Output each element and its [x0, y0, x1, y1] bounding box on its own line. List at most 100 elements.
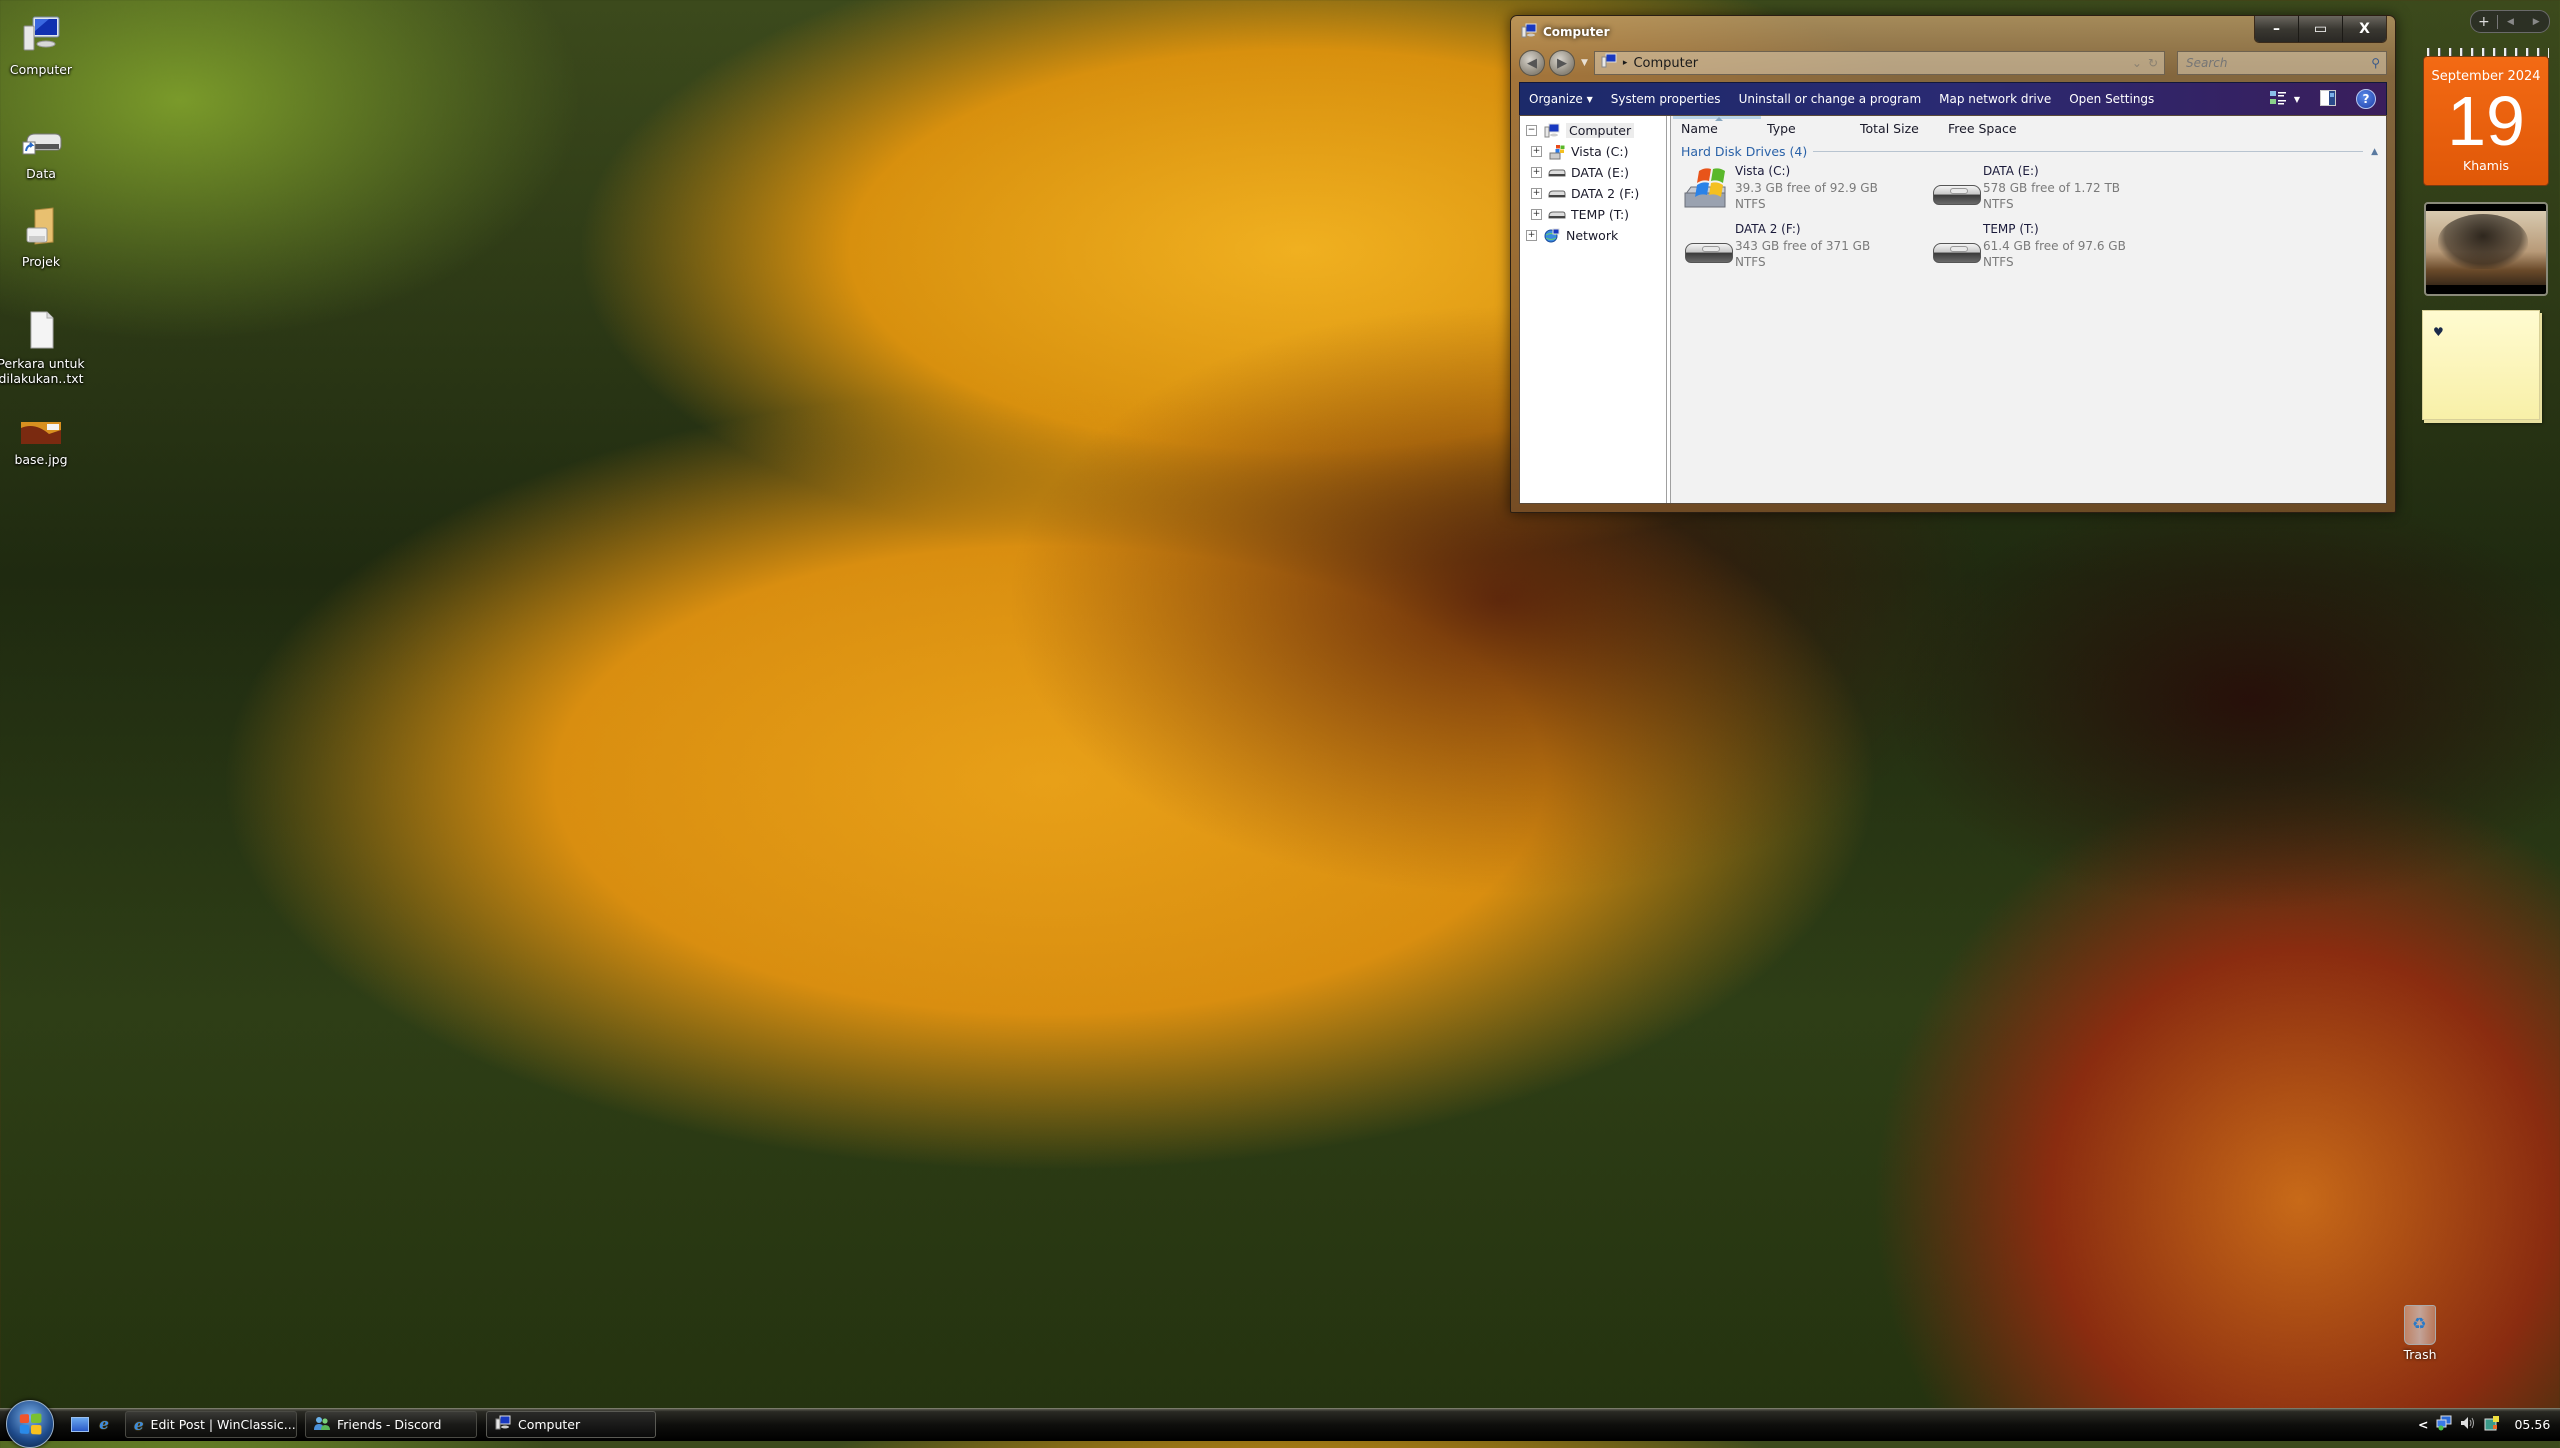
drive-space: 61.4 GB free of 97.6 GB: [1983, 238, 2126, 253]
search-input[interactable]: [2184, 55, 2372, 71]
quick-launch-ie[interactable]: e: [94, 1414, 114, 1434]
organize-button[interactable]: Organize ▼: [1520, 83, 1602, 115]
window-titlebar[interactable]: Computer: [1521, 22, 1609, 42]
expand-icon[interactable]: +: [1531, 167, 1542, 178]
volume-icon[interactable]: [2460, 1415, 2476, 1434]
tree-item-vista-c[interactable]: + Vista (C:): [1520, 141, 1666, 162]
views-icon: [2269, 90, 2288, 109]
desktop-icon-label: Computer: [9, 62, 73, 77]
refresh-icon[interactable]: ↻: [2148, 56, 2158, 70]
start-button[interactable]: [6, 1400, 54, 1448]
add-gadget-button[interactable]: +: [2471, 14, 2497, 30]
open-settings-button[interactable]: Open Settings: [2060, 83, 2163, 115]
search-icon[interactable]: ⚲: [2371, 56, 2380, 70]
expand-icon[interactable]: +: [1531, 188, 1542, 199]
drive-item-temp-t[interactable]: TEMP (T:) 61.4 GB free of 97.6 GB NTFS: [1929, 221, 2177, 271]
uninstall-program-button[interactable]: Uninstall or change a program: [1730, 83, 1931, 115]
search-box[interactable]: ⚲: [2177, 51, 2387, 75]
taskbar-button-edit-post[interactable]: e Edit Post | WinClassic...: [125, 1411, 297, 1438]
drive-space: 343 GB free of 371 GB: [1735, 238, 1871, 253]
drive-name: DATA 2 (F:): [1735, 222, 1801, 236]
preview-pane-icon: [2320, 89, 2336, 109]
taskbar-button-computer[interactable]: Computer: [486, 1411, 656, 1438]
help-icon: ?: [2356, 89, 2376, 109]
group-collapse-icon[interactable]: ▲: [2371, 147, 2378, 157]
desktop-icon-computer[interactable]: Computer: [0, 14, 86, 77]
calendar-gadget[interactable]: September 2024 19 Khamis: [2423, 48, 2549, 186]
desktop-icon-trash[interactable]: Trash: [2380, 1305, 2460, 1362]
tree-item-data2-f[interactable]: + DATA 2 (F:): [1520, 183, 1666, 204]
views-button[interactable]: ▼: [2260, 90, 2310, 109]
note-text[interactable]: ♥: [2433, 325, 2444, 339]
column-header-free-space[interactable]: Free Space: [1940, 121, 2017, 136]
system-properties-button[interactable]: System properties: [1602, 83, 1730, 115]
taskbar-button-label: Edit Post | WinClassic...: [150, 1417, 296, 1432]
chevron-down-icon: ▼: [2293, 94, 2300, 104]
desktop-icon-base-jpg[interactable]: base.jpg: [0, 418, 86, 467]
recent-pages-dropdown[interactable]: ▼: [1581, 58, 1588, 68]
gadget-prev-button[interactable]: ◀: [2498, 17, 2524, 27]
group-label: Hard Disk Drives (4): [1681, 144, 1808, 159]
show-desktop-button[interactable]: [70, 1414, 90, 1434]
column-headers: Name Type Total Size Free Space: [1673, 116, 2386, 140]
drive-filesystem: NTFS: [1735, 255, 1766, 269]
drive-item-data2-f[interactable]: DATA 2 (F:) 343 GB free of 371 GB NTFS: [1681, 221, 1929, 271]
explorer-window[interactable]: Computer – ▭ X ◀ ▶ ▼ ▸ Computer ⌄ ↻ ⚲ Or…: [1510, 15, 2396, 513]
tree-item-label: DATA 2 (F:): [1571, 186, 1640, 201]
clock[interactable]: 05.56: [2514, 1417, 2550, 1432]
network-status-icon[interactable]: [2436, 1415, 2452, 1434]
calendar-weekday: Khamis: [2463, 158, 2509, 173]
computer-icon: [1543, 123, 1561, 139]
file-list[interactable]: Name Type Total Size Free Space Hard Dis…: [1673, 116, 2386, 503]
navigation-row: ◀ ▶ ▼ ▸ Computer ⌄ ↻ ⚲: [1519, 49, 2387, 77]
window-title: Computer: [1543, 25, 1610, 39]
drive-name: Vista (C:): [1735, 164, 1791, 178]
tree-photo-icon: [2438, 214, 2528, 269]
tree-item-temp-t[interactable]: + TEMP (T:): [1520, 204, 1666, 225]
slideshow-gadget[interactable]: [2424, 202, 2548, 296]
preview-pane-button[interactable]: [2310, 89, 2346, 109]
group-header-hard-disk-drives[interactable]: Hard Disk Drives (4) ▲: [1681, 144, 2378, 159]
desktop-icon-todo-txt[interactable]: Perkara untuk dilakukan..txt: [0, 308, 86, 386]
group-divider: [1813, 151, 2364, 152]
expand-icon[interactable]: +: [1531, 146, 1542, 157]
action-center-icon[interactable]: [2484, 1415, 2500, 1434]
tree-item-data-e[interactable]: + DATA (E:): [1520, 162, 1666, 183]
close-button[interactable]: X: [2342, 16, 2386, 42]
address-bar[interactable]: ▸ Computer ⌄ ↻: [1593, 51, 2165, 75]
breadcrumb-separator[interactable]: ▸: [1623, 58, 1628, 68]
help-button[interactable]: ?: [2346, 89, 2386, 109]
calendar-day: 19: [2447, 82, 2525, 160]
drive-item-data-e[interactable]: DATA (E:) 578 GB free of 1.72 TB NTFS: [1929, 163, 2177, 213]
expand-icon[interactable]: +: [1531, 209, 1542, 220]
collapse-icon[interactable]: −: [1526, 125, 1537, 136]
desktop-icon-projek[interactable]: Projek: [0, 206, 86, 269]
taskbar-button-discord[interactable]: Friends - Discord: [305, 1411, 477, 1438]
desktop-icon-data[interactable]: Data: [0, 118, 86, 181]
internet-explorer-icon: e: [99, 1415, 109, 1433]
minimize-button[interactable]: –: [2255, 16, 2298, 42]
drive-name: TEMP (T:): [1983, 222, 2039, 236]
tree-item-computer[interactable]: − Computer: [1520, 120, 1666, 141]
map-network-drive-button[interactable]: Map network drive: [1930, 83, 2060, 115]
column-header-type[interactable]: Type: [1759, 121, 1852, 136]
explorer-body: − Computer + Vista (C:) + DATA (E:) + DA…: [1519, 115, 2387, 504]
navigation-pane[interactable]: − Computer + Vista (C:) + DATA (E:) + DA…: [1520, 116, 1671, 503]
tree-item-label: DATA (E:): [1571, 165, 1630, 180]
notes-gadget[interactable]: ♥: [2422, 310, 2540, 420]
column-header-total-size[interactable]: Total Size: [1852, 121, 1940, 136]
drive-item-vista-c[interactable]: Vista (C:) 39.3 GB free of 92.9 GB NTFS: [1681, 163, 1929, 213]
back-button[interactable]: ◀: [1519, 50, 1545, 76]
column-header-name[interactable]: Name: [1673, 121, 1759, 136]
expand-icon[interactable]: +: [1526, 230, 1537, 241]
tree-item-network[interactable]: + Network: [1520, 225, 1666, 246]
show-desktop-icon: [71, 1416, 89, 1432]
forward-button[interactable]: ▶: [1549, 50, 1575, 76]
address-dropdown-icon[interactable]: ⌄: [2132, 56, 2142, 70]
arrow-left-icon: ◀: [1527, 55, 1537, 71]
maximize-button[interactable]: ▭: [2298, 16, 2342, 42]
show-hidden-icons-button[interactable]: <: [2418, 1417, 2428, 1432]
breadcrumb-computer[interactable]: Computer: [1633, 56, 1698, 71]
drive-space: 578 GB free of 1.72 TB: [1983, 180, 2121, 195]
gadget-next-button[interactable]: ▶: [2523, 17, 2549, 27]
